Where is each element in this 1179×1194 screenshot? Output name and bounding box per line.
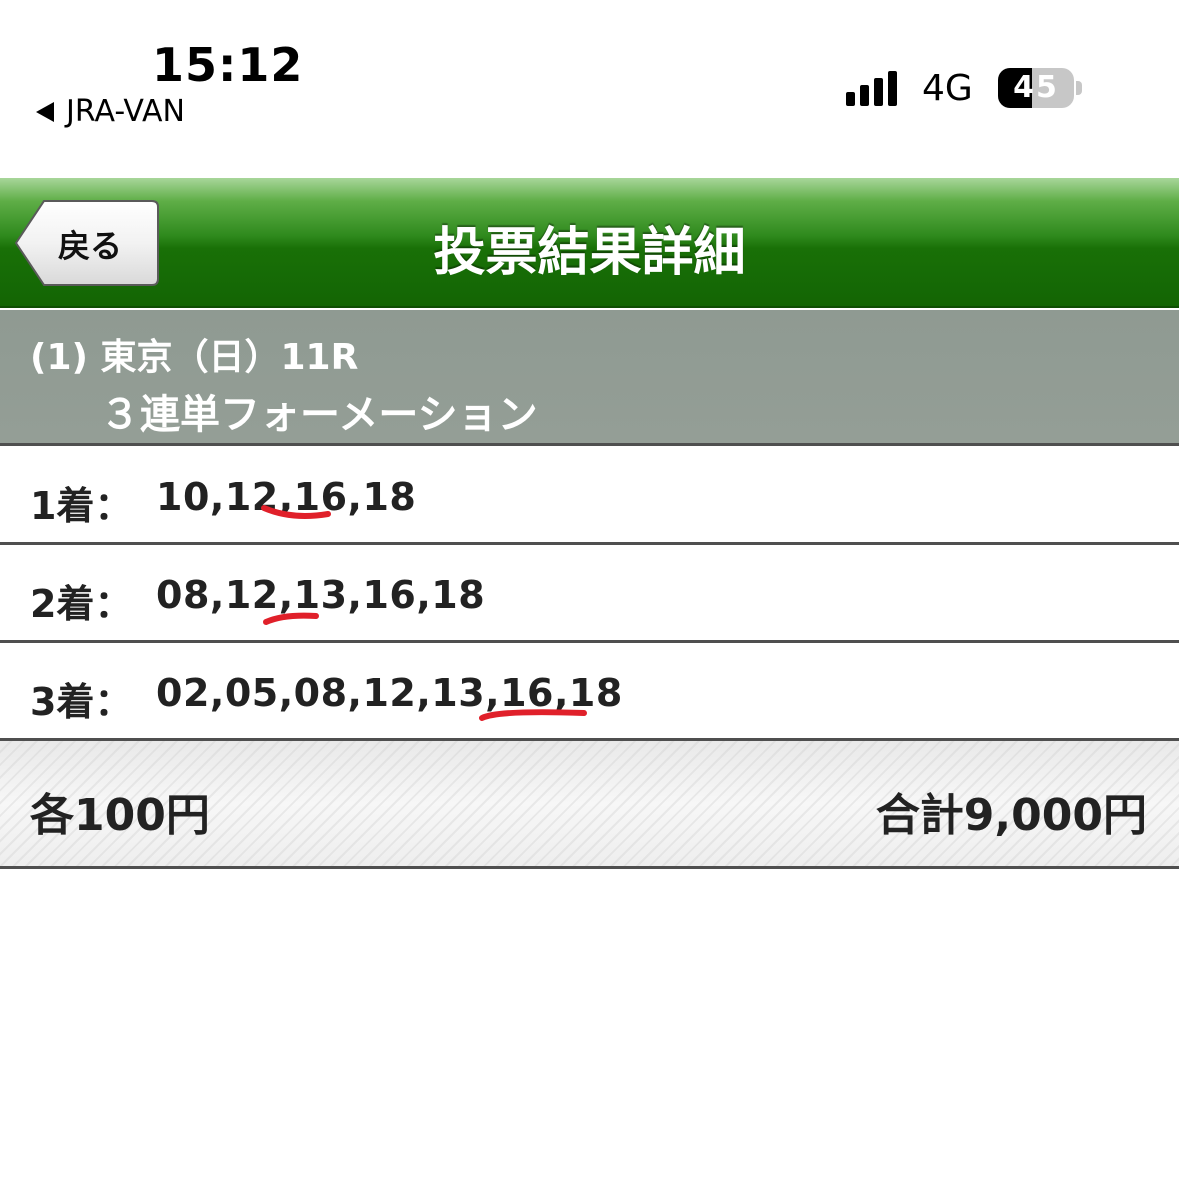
bet-result-detail-screen: 15:12 JRA-VAN 4G 45 戻る 投票結果詳細 (1) 東京（日）1…	[0, 0, 1179, 1194]
nav-bar: 戻る 投票結果詳細	[0, 178, 1179, 308]
finish-row-1: 1着： 10,12,16,18	[0, 447, 1179, 545]
horse-numbers: 10,12,16,18	[156, 475, 417, 519]
signal-bar	[846, 92, 855, 106]
battery-percent: 45	[1013, 70, 1059, 105]
horse-numbers: 02,05,08,12,13,16,18	[156, 671, 623, 715]
cellular-signal-icon	[846, 70, 897, 106]
finish-row-2: 2着： 08,12,13,16,18	[0, 545, 1179, 643]
race-header: (1) 東京（日）11R ３連単フォーメーション	[0, 310, 1179, 446]
back-app-label: JRA-VAN	[66, 94, 185, 129]
race-info: (1) 東京（日）11R	[30, 337, 359, 378]
finish-position-label: 2着：	[30, 582, 133, 626]
finish-position-label: 1着：	[30, 484, 133, 528]
signal-bar	[888, 71, 897, 106]
status-time: 15:12	[152, 38, 304, 92]
battery-icon: 45	[998, 68, 1074, 108]
bet-summary-footer: 各100円 合計9,000円	[0, 741, 1179, 869]
signal-bar	[874, 78, 883, 106]
finish-row-3: 3着： 02,05,08,12,13,16,18	[0, 643, 1179, 741]
unit-price: 各100円	[30, 790, 210, 841]
total-amount: 合計9,000円	[875, 790, 1147, 841]
horse-numbers: 08,12,13,16,18	[156, 573, 486, 617]
bet-type: ３連単フォーメーション	[100, 392, 538, 438]
status-bar: 15:12 JRA-VAN 4G 45	[0, 0, 1179, 178]
finish-position-label: 3着：	[30, 680, 133, 724]
back-to-app-link[interactable]: JRA-VAN	[36, 94, 185, 129]
page-title: 投票結果詳細	[433, 223, 746, 283]
battery-tip-icon	[1076, 81, 1082, 95]
signal-bar	[860, 85, 869, 106]
network-type: 4G	[922, 68, 973, 109]
back-triangle-icon	[36, 101, 54, 122]
